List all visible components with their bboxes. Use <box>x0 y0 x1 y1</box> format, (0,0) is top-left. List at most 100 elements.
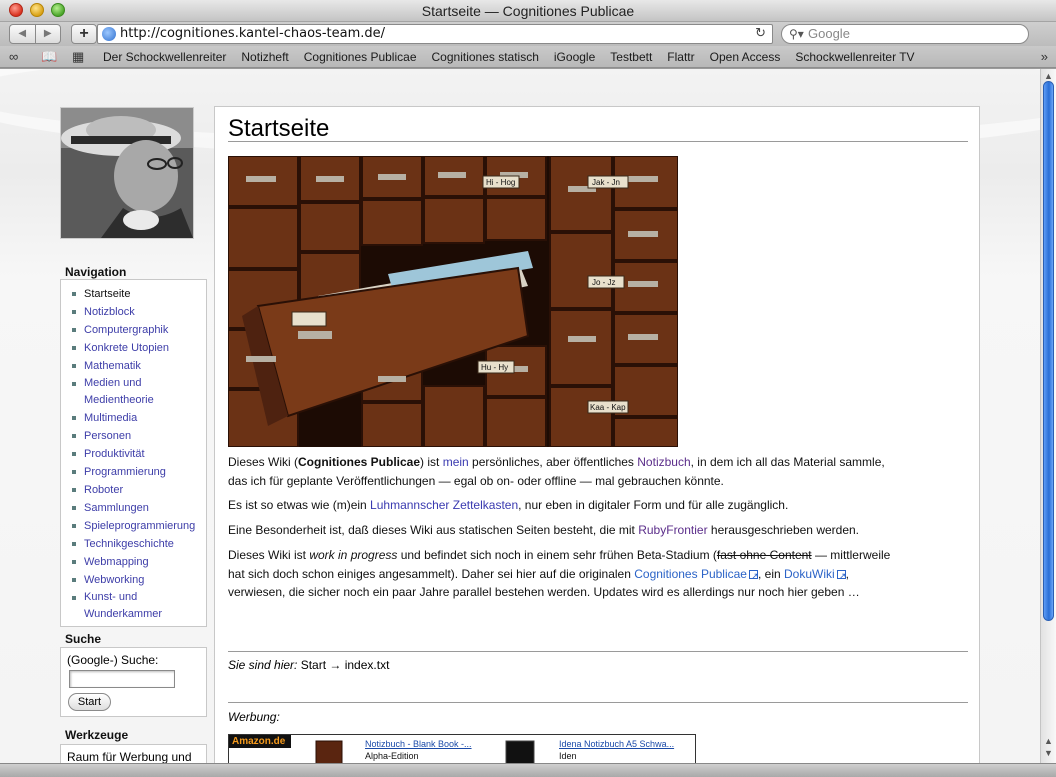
nav-item-roboter[interactable]: Roboter <box>71 481 206 499</box>
ad-divider <box>228 702 968 703</box>
browser-toolbar: ◀ ▶ + http://cognitiones.kantel-chaos-te… <box>0 22 1056 46</box>
link-mein[interactable]: mein <box>443 455 469 469</box>
nav-item-produktivitaet[interactable]: Produktivität <box>71 445 206 463</box>
window-titlebar: Startseite — Cognitiones Publicae <box>0 0 1056 22</box>
bookmarks-bar: ∞ 📖 ▦ Der Schockwellenreiter Notizheft C… <box>0 46 1056 68</box>
nav-item-notizblock[interactable]: Notizblock <box>71 303 206 321</box>
nav-item-spieleprogrammierung[interactable]: Spieleprogrammierung <box>71 517 206 535</box>
rubyfrontier-paragraph: Eine Besonderheit ist, daß dieses Wiki a… <box>228 521 968 540</box>
link-dokuwiki[interactable]: DokuWiki <box>784 567 835 581</box>
google-search-input[interactable] <box>69 670 175 688</box>
progress-paragraph: Dieses Wiki ist work in progress und bef… <box>228 546 968 602</box>
notebook-thumbnail[interactable] <box>504 739 536 763</box>
text-run: Es ist so etwas wie (m)ein <box>228 498 371 512</box>
bookmark-item[interactable]: Testbett <box>610 50 652 64</box>
emphasis-text: work in progress <box>309 548 398 562</box>
tools-box: Raum für Werbung und <box>60 744 207 763</box>
card-catalog-image: Hi - Hog Jak - Jn Jo - Jz Hu - Hy Kaa - … <box>228 156 678 447</box>
navigation-box: Startseite Notizblock Computergraphik Ko… <box>60 279 207 627</box>
notebook-thumbnail[interactable] <box>314 739 346 763</box>
drawer-label: Jo - Jz <box>592 278 616 287</box>
bookmark-item[interactable]: Open Access <box>710 50 781 64</box>
search-field[interactable]: ⚲▾ Google <box>781 24 1029 44</box>
add-bookmark-button[interactable]: + <box>71 24 97 44</box>
reload-icon[interactable]: ↻ <box>755 25 766 43</box>
nav-item-webmapping[interactable]: Webmapping <box>71 553 206 571</box>
intro-paragraph: Dieses Wiki (Cognitiones Publicae) ist m… <box>228 453 968 490</box>
text-run: , in dem ich all das Material sammle, <box>690 455 885 469</box>
nav-item-sammlungen[interactable]: Sammlungen <box>71 499 206 517</box>
breadcrumb: Sie sind hier: Start → index.txt <box>228 658 389 672</box>
status-bar <box>0 763 1056 777</box>
text-run: das ich für geplante Veröffentlichungen … <box>228 473 724 488</box>
more-bookmarks-icon[interactable]: » <box>1041 49 1048 64</box>
text-run: Dieses Wiki ist <box>228 548 310 562</box>
back-forward-buttons: ◀ ▶ <box>9 24 61 44</box>
bookmark-item[interactable]: Cognitiones Publicae <box>304 50 417 64</box>
bookmark-item[interactable]: Flattr <box>667 50 694 64</box>
nav-item-startseite[interactable]: Startseite <box>71 285 206 303</box>
ad-item-subtitle: Alpha-Edition <box>365 751 419 761</box>
link-rubyfrontier[interactable]: RubyFrontier <box>638 523 707 537</box>
drawer-label: Jak - Jn <box>592 178 620 187</box>
nav-item-wunderkammer[interactable]: Kunst- und Wunderkammer <box>71 589 171 623</box>
globe-icon <box>102 27 116 41</box>
main-content: Startseite Hi - Hog Jak - Jn Jo - Jz Hu … <box>214 106 980 763</box>
search-box: (Google-) Suche: Start <box>60 647 207 717</box>
nav-item-multimedia[interactable]: Multimedia <box>71 409 206 427</box>
text-run: und befindet sich noch in einem sehr frü… <box>397 548 717 562</box>
link-zettelkasten[interactable]: Luhmannscher Zettelkasten <box>370 498 518 512</box>
tools-title: Werkzeuge <box>65 728 129 742</box>
strikethrough-text: fast ohne Content <box>716 548 812 562</box>
reading-glasses-icon[interactable]: ∞ <box>9 49 18 64</box>
search-start-button[interactable]: Start <box>68 693 111 711</box>
navigation-title: Navigation <box>65 265 127 279</box>
search-label: (Google-) Suche: <box>67 653 159 667</box>
text-run: , nur eben in digitaler Form und für all… <box>518 498 789 512</box>
bookmark-item[interactable]: Der Schockwellenreiter <box>103 50 226 64</box>
ad-item-subtitle: Iden <box>559 751 577 761</box>
nav-item-medien[interactable]: Medien und Medientheorie <box>71 375 191 409</box>
link-cognitiones-publicae[interactable]: Cognitiones Publicae <box>634 567 747 581</box>
ad-item-title[interactable]: Idena Notizbuch A5 Schwa... <box>559 739 674 749</box>
breadcrumb-path[interactable]: Start → index.txt <box>297 658 390 672</box>
bookmark-item[interactable]: Schockwellenreiter TV <box>795 50 914 64</box>
title-divider <box>228 141 968 142</box>
nav-item-programmierung[interactable]: Programmierung <box>71 463 206 481</box>
ad-label: Werbung: <box>228 710 280 724</box>
window-title: Startseite — Cognitiones Publicae <box>421 3 635 19</box>
forward-button[interactable]: ▶ <box>36 25 61 43</box>
nav-item-konkrete-utopien[interactable]: Konkrete Utopien <box>71 339 206 357</box>
bookmark-item[interactable]: iGoogle <box>554 50 595 64</box>
bookmark-items: Der Schockwellenreiter Notizheft Cogniti… <box>103 50 930 64</box>
vertical-scrollbar[interactable]: ▲ ▲ ▼ <box>1040 69 1056 763</box>
grid-icon[interactable]: ▦ <box>72 49 84 65</box>
address-bar[interactable]: http://cognitiones.kantel-chaos-team.de/… <box>97 24 773 44</box>
tools-text: Raum für Werbung und <box>67 750 192 763</box>
link-notizbuch[interactable]: Notizbuch <box>637 455 690 469</box>
search-icon: ⚲▾ <box>789 27 804 41</box>
nav-item-computergraphik[interactable]: Computergraphik <box>71 321 206 339</box>
text-run: herausgeschrieben werden. <box>707 523 860 537</box>
nav-item-technikgeschichte[interactable]: Technikgeschichte <box>71 535 206 553</box>
bookmark-item[interactable]: Cognitiones statisch <box>432 50 539 64</box>
amazon-ad-widget[interactable]: Amazon.de Notizbuch - Blank Book -... Al… <box>228 734 696 763</box>
nav-item-personen[interactable]: Personen <box>71 427 206 445</box>
book-icon[interactable]: 📖 <box>41 49 57 65</box>
nav-item-mathematik[interactable]: Mathematik <box>71 357 206 375</box>
url-text: http://cognitiones.kantel-chaos-team.de/ <box>120 26 385 41</box>
navigation-list: Startseite Notizblock Computergraphik Ko… <box>61 280 206 623</box>
scroll-up-icon[interactable]: ▲ <box>1044 71 1053 81</box>
scroll-thumb[interactable] <box>1043 81 1054 621</box>
text-run: , ein <box>757 566 784 581</box>
ad-item-title[interactable]: Notizbuch - Blank Book -... <box>365 739 472 749</box>
external-link-icon <box>836 567 846 585</box>
footer-divider <box>228 651 968 652</box>
search-placeholder: Google <box>808 26 850 41</box>
nav-item-webworking[interactable]: Webworking <box>71 571 206 589</box>
scroll-arrows-icon[interactable]: ▲ ▼ <box>1044 735 1053 759</box>
back-button[interactable]: ◀ <box>10 25 36 43</box>
bookmark-item[interactable]: Notizheft <box>241 50 288 64</box>
page-title: Startseite <box>228 115 330 142</box>
external-link-icon <box>748 567 759 585</box>
